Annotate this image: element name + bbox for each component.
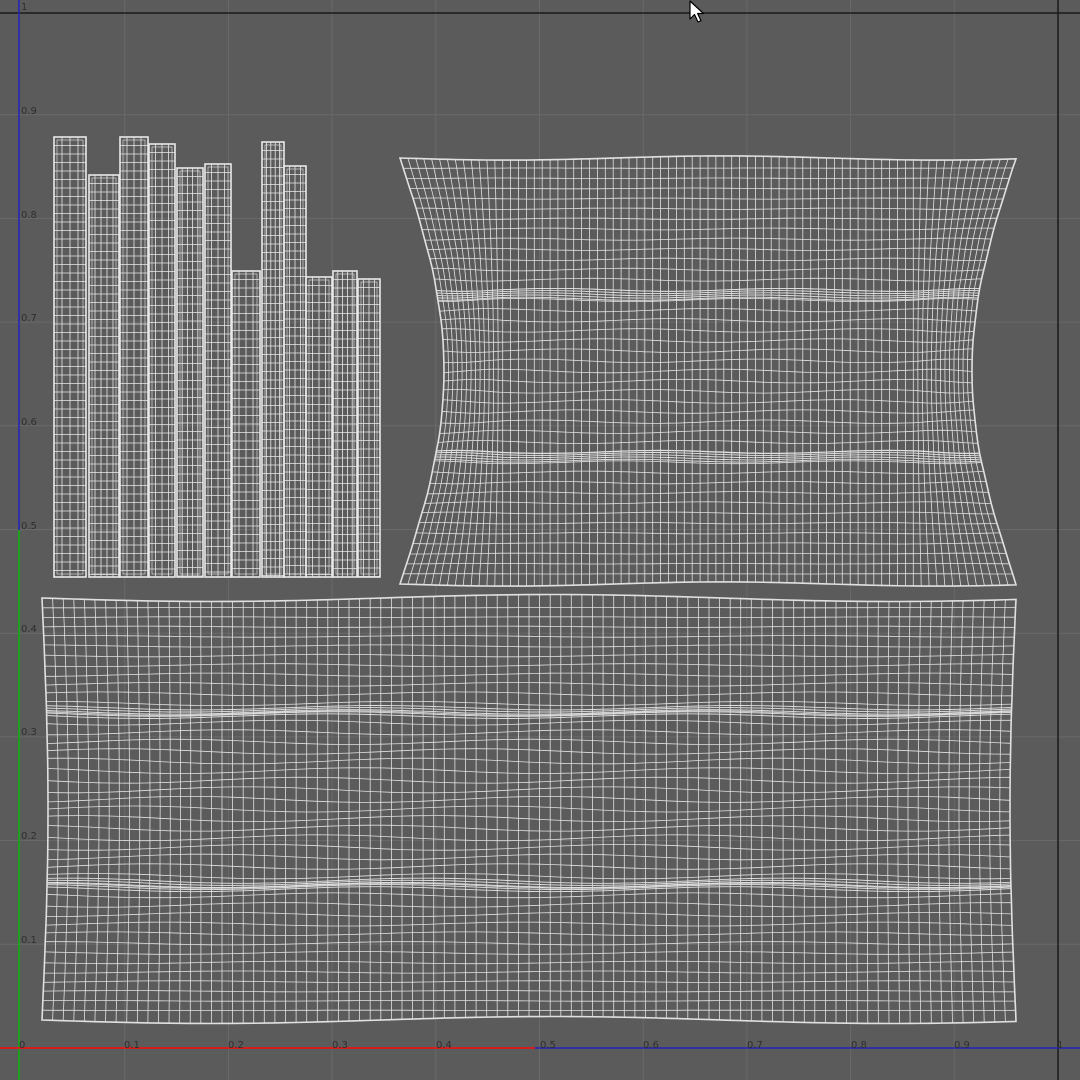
v-tick-label: 0.9 [21, 106, 37, 117]
wire-u-line [147, 600, 151, 1023]
wire-u-line [922, 160, 930, 587]
u-tick-label: 0.7 [747, 1040, 763, 1051]
wire-v-line [42, 1000, 1016, 1002]
wire-u-line [971, 158, 1017, 586]
uv-strip-shell [148, 143, 176, 578]
wire-u-line [73, 598, 79, 1022]
wire-u-line [83, 599, 90, 1022]
wire-u-line [415, 158, 454, 585]
wire-u-line [999, 599, 1006, 1022]
wire-u-line [158, 601, 161, 1024]
wire-u-line [399, 157, 445, 585]
uv-shell-upper-right [398, 155, 1018, 587]
uv-strip-shell [357, 278, 381, 578]
wire-u-line [470, 159, 485, 586]
v-tick-label: 0.8 [21, 210, 37, 221]
wire-u-line [94, 599, 100, 1022]
uv-strip-shells [53, 136, 381, 578]
wire-v-line [41, 1016, 1017, 1024]
wire-u-line [877, 601, 879, 1024]
uv-strip-shell [231, 270, 261, 578]
strip-outline [176, 167, 204, 578]
v-tick-label: 0.4 [21, 624, 37, 635]
wire-u-line [105, 599, 110, 1022]
wire-u-line [917, 159, 922, 587]
wire-u-line [967, 158, 1009, 586]
wire-u-line [136, 600, 141, 1023]
u-tick-label: 0.4 [436, 1040, 452, 1051]
u-tick-label: 0 [19, 1040, 26, 1051]
uv-shell-large-bottom [41, 593, 1017, 1025]
v-tick-label: 0.1 [21, 935, 37, 946]
v-tick-label: 0.3 [21, 727, 37, 738]
u-tick-label: 0.8 [851, 1040, 867, 1051]
wire-u-line [168, 601, 171, 1024]
wire-u-line [931, 160, 946, 587]
wire-u-line [866, 601, 869, 1024]
mouse-cursor-icon [689, 0, 705, 23]
v-tick-label: 1 [21, 2, 28, 13]
u-tick-label: 0.6 [643, 1040, 659, 1051]
v-tick-label: 0.2 [21, 831, 37, 842]
u-tick-label: 0.3 [332, 1040, 348, 1051]
wire-u-line [115, 600, 120, 1023]
u-tick-label: 0.1 [124, 1040, 140, 1051]
uv-strip-shell [283, 165, 307, 578]
u-tick-label: 0.2 [228, 1040, 244, 1051]
uv-canvas[interactable] [0, 0, 1080, 1080]
strip-inner-outline [264, 144, 282, 575]
wire-u-line [494, 160, 499, 587]
wire-u-line [944, 159, 969, 586]
wire-u-line [887, 601, 890, 1024]
wire-u-line [407, 158, 449, 585]
u-tick-label: 0.5 [540, 1040, 556, 1051]
uv-strip-shell [261, 141, 285, 578]
strip-outline [88, 174, 120, 578]
v-tick-label: 0.5 [21, 521, 37, 532]
wire-u-line [52, 598, 59, 1021]
strip-inner-outline [179, 170, 201, 575]
uv-strip-shell [53, 136, 87, 578]
wire-u-line [486, 159, 494, 587]
v-tick-label: 0.6 [21, 417, 37, 428]
wire-u-line [478, 159, 490, 586]
uv-strip-shell [176, 167, 204, 578]
wire-u-line [62, 598, 69, 1021]
uv-editor-viewport[interactable]: 0 0.1 0.2 0.3 0.4 0.5 0.6 0.7 0.8 0.9 1 … [0, 0, 1080, 1080]
uv-strip-shell [88, 174, 120, 578]
uv-strip-shell [204, 163, 232, 578]
wire-u-line [179, 601, 181, 1024]
wire-u-line [126, 600, 130, 1023]
u-tick-label: 0.9 [954, 1040, 970, 1051]
v-tick-label: 0.7 [21, 313, 37, 324]
uv-strip-shell [332, 270, 358, 578]
u-tick-label: 1 [1057, 1040, 1064, 1051]
wire-u-line [926, 160, 938, 587]
